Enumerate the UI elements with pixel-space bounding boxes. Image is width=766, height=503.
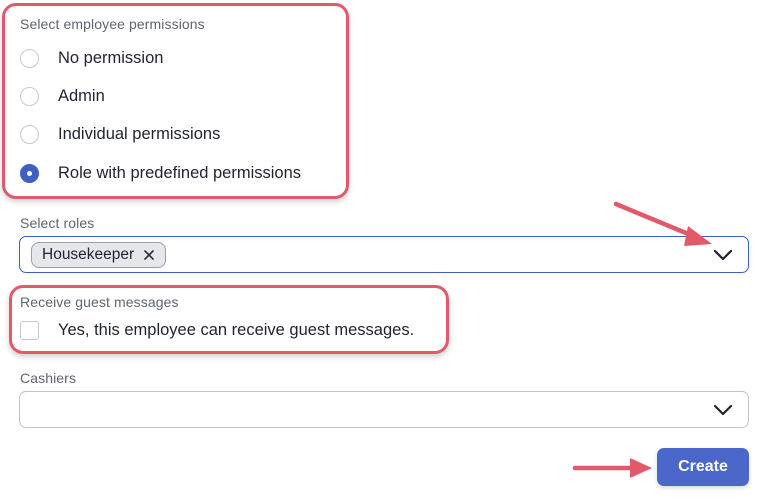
radio-individual-permissions[interactable]: Individual permissions: [20, 122, 220, 146]
role-tag: Housekeeper: [31, 242, 167, 268]
radio-label: No permission: [58, 48, 164, 67]
radio-label: Role with predefined permissions: [58, 163, 302, 182]
chevron-down-icon[interactable]: [712, 403, 734, 417]
roles-select[interactable]: Housekeeper: [19, 236, 749, 273]
cashiers-section-label: Cashiers: [20, 370, 77, 386]
arrow-icon: [572, 458, 652, 478]
guest-messages-checkbox-row[interactable]: Yes, this employee can receive guest mes…: [20, 318, 414, 342]
guest-messages-section-label: Receive guest messages: [20, 294, 179, 310]
radio-no-permission[interactable]: No permission: [20, 46, 163, 70]
permissions-section-label: Select employee permissions: [20, 16, 205, 32]
radio-admin[interactable]: Admin: [20, 84, 105, 108]
cashiers-select[interactable]: [19, 391, 749, 428]
chevron-down-icon[interactable]: [712, 248, 734, 262]
guest-messages-checkbox[interactable]: [20, 320, 39, 340]
employee-permissions-form: Select employee permissions No permissio…: [0, 0, 766, 503]
roles-section-label: Select roles: [20, 215, 95, 231]
create-button[interactable]: Create: [657, 448, 749, 486]
radio-button[interactable]: [20, 124, 39, 144]
role-tag-label: Housekeeper: [42, 246, 135, 263]
radio-role-predefined[interactable]: Role with predefined permissions: [20, 161, 301, 185]
radio-label: Admin: [58, 86, 105, 105]
guest-messages-checkbox-label: Yes, this employee can receive guest mes…: [58, 320, 415, 339]
radio-button-selected[interactable]: [20, 163, 39, 183]
radio-label: Individual permissions: [58, 124, 221, 143]
radio-button[interactable]: [20, 86, 39, 106]
close-icon[interactable]: [143, 249, 155, 261]
radio-button[interactable]: [20, 48, 39, 68]
